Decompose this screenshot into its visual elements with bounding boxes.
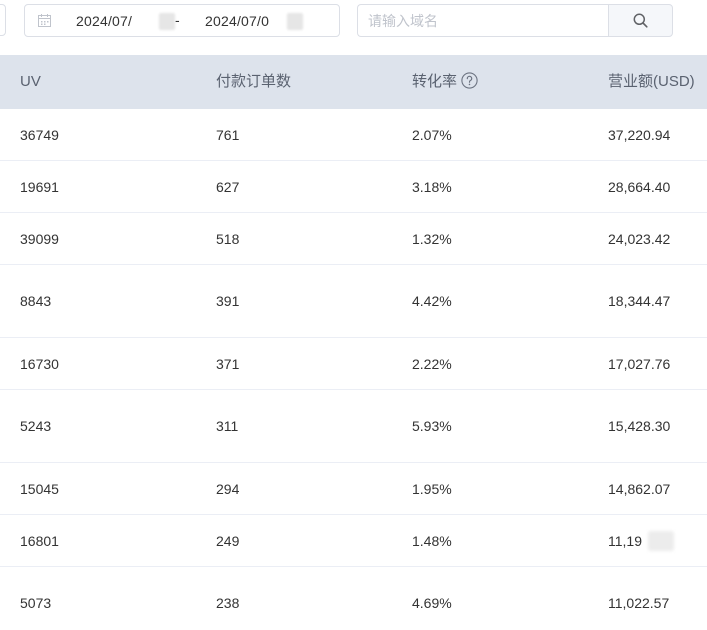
table-row: 39099 518 1.32% 24,023.42 (0, 213, 707, 265)
header-conversion-rate-label: 转化率 (412, 73, 458, 90)
cell-orders: 294 (216, 480, 240, 497)
cell-rate: 1.95% (412, 480, 452, 497)
cell-orders: 238 (216, 595, 240, 611)
table-header: UV 付款订单数 转化率 营业额(USD) (0, 55, 707, 109)
cell-uv: 16801 (20, 532, 59, 549)
cell-rate: 5.93% (412, 418, 452, 434)
table-row: 8843 391 4.42% 18,344.47 (0, 265, 707, 338)
cell-uv: 39099 (20, 230, 59, 247)
header-uv[interactable]: UV (20, 55, 41, 109)
cell-orders: 518 (216, 230, 240, 247)
cell-orders: 371 (216, 355, 240, 372)
table-row: 19691 627 3.18% 28,664.40 (0, 161, 707, 213)
cell-revenue: 28,664.40 (608, 178, 671, 195)
cell-uv: 8843 (20, 293, 52, 309)
redacted-end-day (287, 13, 303, 30)
calendar-icon (38, 14, 51, 27)
cell-rate: 4.42% (412, 293, 452, 309)
cell-orders: 249 (216, 532, 240, 549)
cell-revenue: 15,428.30 (608, 418, 671, 434)
cell-revenue: 11,022.57 (608, 595, 670, 611)
cell-orders: 391 (216, 293, 240, 309)
redacted-revenue (648, 531, 674, 551)
header-revenue[interactable]: 营业额(USD) (608, 55, 695, 109)
domain-search-input[interactable] (357, 4, 609, 37)
cell-rate: 1.32% (412, 230, 452, 247)
cell-revenue: 37,220.94 (608, 126, 671, 143)
table-row: 16801 249 1.48% 11,19 (0, 515, 707, 567)
cell-rate: 1.48% (412, 532, 452, 549)
table-row: 5073 238 4.69% 11,022.57 (0, 567, 707, 630)
data-table: UV 付款订单数 转化率 营业额(USD) 36749 761 2.07% 37… (0, 55, 707, 630)
cell-orders: 311 (216, 418, 239, 434)
date-separator: - (175, 12, 180, 28)
cell-rate: 3.18% (412, 178, 452, 195)
end-date-input[interactable]: 2024/07/0 (205, 13, 269, 29)
cell-rate: 2.22% (412, 355, 452, 372)
cell-uv: 5243 (20, 418, 52, 434)
cell-revenue: 14,862.07 (608, 480, 671, 497)
redacted-start-day (159, 13, 175, 30)
cell-revenue: 18,344.47 (608, 293, 671, 309)
date-range-picker[interactable]: 2024/07/ - 2024/07/0 (24, 4, 340, 37)
start-date-input[interactable]: 2024/07/ (76, 13, 132, 29)
help-icon[interactable] (461, 72, 478, 89)
header-conversion-rate[interactable]: 转化率 (412, 55, 478, 109)
cell-orders: 761 (216, 126, 240, 143)
cell-uv: 16730 (20, 355, 59, 372)
table-row: 5243 311 5.93% 15,428.30 (0, 390, 707, 463)
cell-rate: 2.07% (412, 126, 452, 143)
cell-rate: 4.69% (412, 595, 452, 611)
search-icon (633, 13, 648, 28)
table-row: 36749 761 2.07% 37,220.94 (0, 109, 707, 161)
cell-revenue: 11,19 (608, 532, 642, 549)
cell-uv: 15045 (20, 480, 59, 497)
cell-revenue: 24,023.42 (608, 230, 671, 247)
table-row: 16730 371 2.22% 17,027.76 (0, 338, 707, 390)
header-paid-orders[interactable]: 付款订单数 (216, 55, 291, 109)
cell-revenue: 17,027.76 (608, 355, 671, 372)
cell-orders: 627 (216, 178, 240, 195)
cell-uv: 36749 (20, 126, 59, 143)
search-button[interactable] (608, 4, 673, 37)
table-row: 15045 294 1.95% 14,862.07 (0, 463, 707, 515)
cell-uv: 19691 (20, 178, 59, 195)
previous-control[interactable] (0, 4, 6, 36)
cell-uv: 5073 (20, 595, 52, 611)
